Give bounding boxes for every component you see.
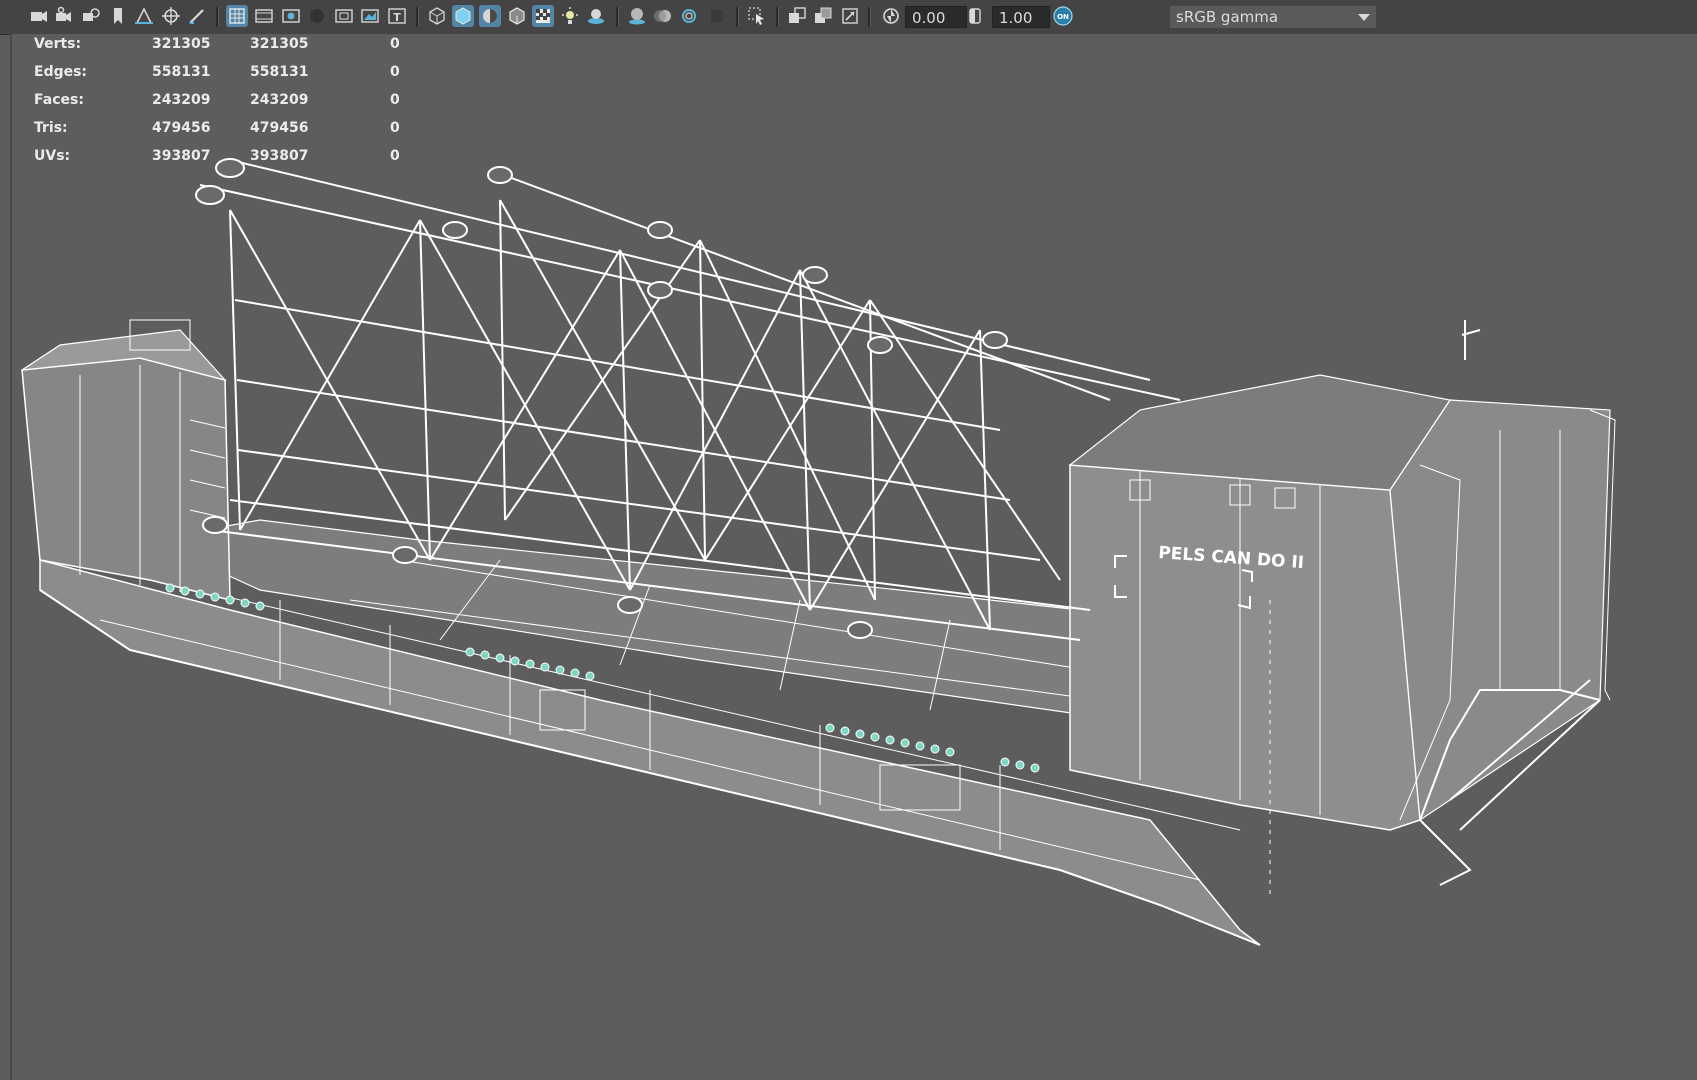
toolbar-separator xyxy=(616,7,619,27)
film-gate-icon[interactable] xyxy=(253,5,275,27)
gamma-icon[interactable] xyxy=(964,5,986,27)
xray-active-components-icon[interactable] xyxy=(839,5,861,27)
wireframe-on-shaded-icon[interactable] xyxy=(506,5,528,27)
grease-pencil-icon[interactable] xyxy=(160,5,182,27)
toolbar-separator xyxy=(416,7,419,27)
smooth-shade-icon[interactable] xyxy=(452,5,474,27)
textured-icon[interactable] xyxy=(532,5,554,27)
grid-icon[interactable] xyxy=(226,5,248,27)
toolbar-separator xyxy=(216,7,219,27)
toolbar-separator xyxy=(868,7,871,27)
camera-attributes-icon[interactable] xyxy=(53,5,75,27)
shadows-icon[interactable] xyxy=(585,5,607,27)
safe-title-icon[interactable]: T xyxy=(386,5,408,27)
wireframe-icon[interactable] xyxy=(426,5,448,27)
pencil-icon[interactable] xyxy=(186,5,208,27)
field-chart-icon[interactable] xyxy=(333,5,355,27)
xray-icon[interactable] xyxy=(786,5,808,27)
gamma-field[interactable]: 1.00 xyxy=(992,6,1050,28)
default-material-icon[interactable] xyxy=(479,5,501,27)
motion-blur-icon[interactable] xyxy=(652,5,674,27)
bookmark-icon[interactable] xyxy=(107,5,129,27)
colorspace-dropdown[interactable]: sRGB gamma xyxy=(1170,6,1376,28)
camera-icon[interactable] xyxy=(28,5,50,27)
isolate-select-icon[interactable] xyxy=(746,5,768,27)
chevron-down-icon[interactable] xyxy=(1352,6,1376,28)
resolution-gate-icon[interactable] xyxy=(280,5,302,27)
gate-mask-icon[interactable] xyxy=(306,5,328,27)
xray-joints-icon[interactable] xyxy=(812,5,834,27)
image-plane-icon[interactable] xyxy=(133,5,155,27)
ship-wireframe-model[interactable]: PELS CAN DO II xyxy=(10,34,1697,1080)
color-management-icon[interactable]: ON xyxy=(1052,5,1074,27)
screen-space-ao-icon[interactable] xyxy=(626,5,648,27)
cm-label: ON xyxy=(1057,13,1069,21)
anti-aliasing-icon[interactable] xyxy=(678,5,700,27)
right-tower-front xyxy=(1069,464,1421,831)
camera-bookmark-icon[interactable] xyxy=(80,5,102,27)
safe-action-icon[interactable] xyxy=(359,5,381,27)
depth-of-field-icon[interactable] xyxy=(706,5,728,27)
viewport-panel-toolbar: T 0.00 1.00 ON sRGB gamma xyxy=(0,0,1697,35)
exposure-field[interactable]: 0.00 xyxy=(905,6,967,28)
svg-text:T: T xyxy=(393,11,401,24)
toolbar-separator xyxy=(776,7,779,27)
use-all-lights-icon[interactable] xyxy=(559,5,581,27)
toolbar-separator xyxy=(736,7,739,27)
exposure-icon[interactable] xyxy=(880,5,902,27)
